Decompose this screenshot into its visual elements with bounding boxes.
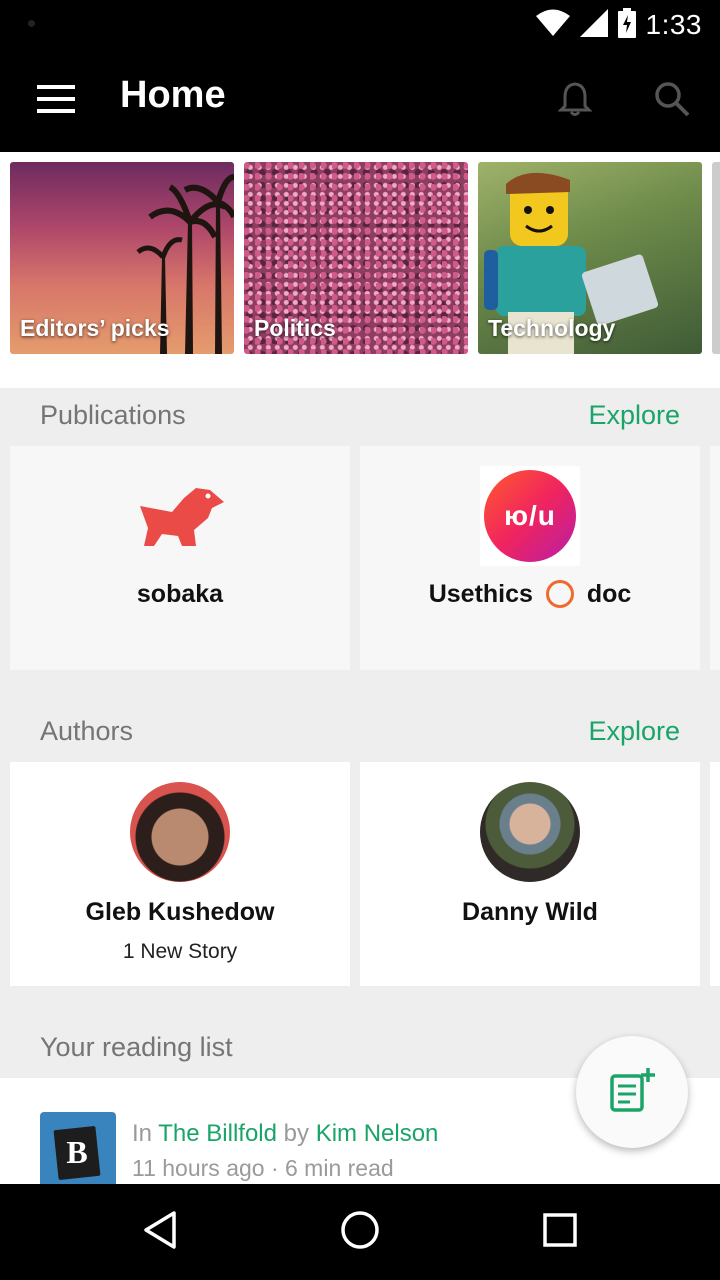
- publications-explore-link[interactable]: Explore: [588, 400, 680, 431]
- publication-card-sobaka[interactable]: sobaka: [10, 446, 350, 670]
- topic-tile-technology[interactable]: Technology: [478, 162, 702, 354]
- sobaka-logo-icon: [140, 488, 224, 546]
- topic-label: Editors’ picks: [20, 315, 170, 341]
- topic-label: Politics: [254, 315, 336, 341]
- author-link[interactable]: Kim Nelson: [316, 1120, 439, 1147]
- author-name: Danny Wild: [462, 898, 598, 926]
- section-title: Your reading list: [40, 1032, 233, 1062]
- topic-tile-partial[interactable]: [712, 162, 720, 354]
- reading-item-time: 11 hours ago · 6 min read: [132, 1155, 394, 1181]
- topic-tile-editors-picks[interactable]: Editors’ picks: [10, 162, 234, 354]
- bell-icon: [557, 81, 593, 122]
- avatar: [480, 782, 580, 882]
- section-title: Publications: [40, 400, 186, 430]
- publication-card-partial[interactable]: [710, 446, 720, 670]
- topic-tile-politics[interactable]: Politics: [244, 162, 468, 354]
- search-icon: [654, 81, 690, 122]
- publication-name: sobaka: [136, 580, 224, 608]
- section-title: Authors: [40, 716, 134, 746]
- publication-link[interactable]: The Billfold: [158, 1120, 277, 1147]
- notifications-button[interactable]: [549, 75, 601, 127]
- menu-button[interactable]: [30, 75, 82, 127]
- page-title: Home: [120, 74, 226, 116]
- reading-item-meta: In The Billfold by Kim Nelson: [132, 1120, 439, 1147]
- status-bar: 1:33: [0, 0, 720, 50]
- compose-button[interactable]: [576, 1036, 688, 1148]
- compose-icon: [608, 1066, 656, 1119]
- author-card-gleb[interactable]: Gleb Kushedow 1 New Story: [10, 762, 350, 986]
- authors-header: Authors Explore: [0, 704, 720, 760]
- authors-explore-link[interactable]: Explore: [588, 716, 680, 747]
- publication-name: Usethics doc: [428, 580, 632, 608]
- signal-icon: [579, 8, 608, 42]
- search-button[interactable]: [646, 75, 698, 127]
- app-bar: Home: [0, 50, 720, 152]
- status-time: 1:33: [645, 9, 702, 40]
- author-card-partial[interactable]: [710, 762, 720, 986]
- recents-button[interactable]: [532, 1204, 588, 1260]
- publication-card-usethics[interactable]: ю/u Usethics doc: [360, 446, 700, 670]
- home-button[interactable]: [332, 1204, 388, 1260]
- topic-label: Technology: [488, 315, 616, 341]
- home-icon: [340, 1210, 380, 1255]
- usethics-logo: ю/u: [480, 466, 580, 566]
- author-card-danny[interactable]: Danny Wild: [360, 762, 700, 986]
- battery-icon: [617, 7, 636, 43]
- hamburger-menu-icon: [37, 84, 75, 118]
- circle-icon: [545, 580, 574, 608]
- author-name: Gleb Kushedow: [85, 898, 275, 926]
- system-nav-bar: [0, 1184, 720, 1280]
- back-button[interactable]: [132, 1204, 188, 1260]
- wifi-icon: [535, 9, 570, 42]
- topics-carousel[interactable]: Editors’ picks Politics Technology: [0, 152, 720, 388]
- status-icons: 1:33: [535, 6, 703, 44]
- back-icon: [142, 1210, 178, 1255]
- avatar: [130, 782, 230, 882]
- publications-header: Publications Explore: [0, 388, 720, 444]
- publication-thumbnail: B: [40, 1112, 116, 1188]
- author-new-stories: 1 New Story: [122, 940, 238, 963]
- recents-icon: [542, 1212, 578, 1253]
- notification-dot: [28, 20, 35, 27]
